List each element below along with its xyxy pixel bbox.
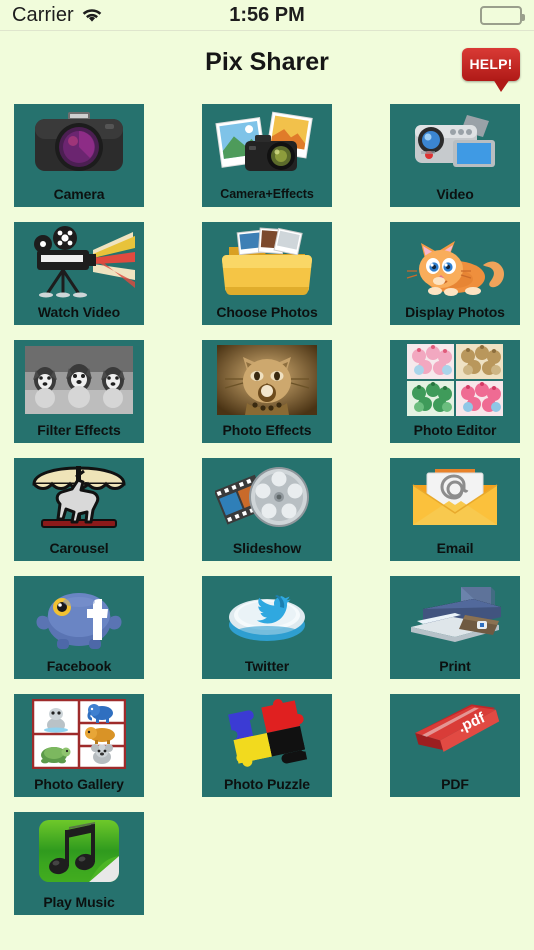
pdf-book-icon: .pdf (390, 694, 520, 774)
cat-icon (390, 222, 520, 302)
tile-label: Twitter (244, 658, 290, 674)
tile-label: Filter Effects (37, 422, 121, 438)
tile-label: Slideshow (232, 540, 302, 556)
carousel-horse-icon (14, 458, 144, 538)
tile-label: Camera (53, 186, 105, 202)
tile-label: Carousel (49, 540, 109, 556)
tile-photo-effects[interactable]: Photo Effects (202, 340, 332, 443)
tile-video[interactable]: Video (390, 104, 520, 207)
carrier-label: Carrier (12, 3, 74, 26)
tile-choose-photos[interactable]: Choose Photos (202, 222, 332, 325)
tile-filter-effects[interactable]: Filter Effects (14, 340, 144, 443)
app-screen: Carrier 1:56 PM Pix Sharer HELP! Camera … (0, 0, 534, 950)
tile-label: Photo Effects (222, 422, 312, 438)
camera-icon (14, 104, 144, 184)
tile-label: Print (439, 658, 471, 674)
wifi-icon (81, 7, 103, 23)
feature-grid: Camera Camera+Effects Video Watch Video … (14, 104, 522, 915)
tile-photo-gallery[interactable]: Photo Gallery (14, 694, 144, 797)
tile-label: PDF (441, 776, 469, 792)
tile-watch-video[interactable]: Watch Video (14, 222, 144, 325)
page-title: Pix Sharer (205, 48, 329, 76)
camcorder-icon (390, 104, 520, 184)
tile-label: Play Music (43, 894, 115, 910)
cupcakes-quad-icon (390, 340, 520, 420)
tile-label: Video (436, 186, 474, 202)
envelope-at-icon (390, 458, 520, 538)
photo-folder-icon (202, 222, 332, 302)
grayscale-dogs-icon (14, 340, 144, 420)
status-bar-left: Carrier (12, 4, 229, 27)
tile-photo-editor[interactable]: Photo Editor (390, 340, 520, 443)
camera-photos-icon (202, 104, 332, 184)
tile-email[interactable]: Email (390, 458, 520, 561)
tile-play-music[interactable]: Play Music (14, 812, 144, 915)
film-reel-icon (202, 458, 332, 538)
tile-label: Display Photos (405, 304, 505, 320)
tile-camera-effects[interactable]: Camera+Effects (202, 104, 332, 207)
status-bar-right (305, 5, 525, 25)
tile-label: Photo Gallery (34, 776, 124, 792)
speech-bubble-icon: HELP! (462, 47, 520, 92)
status-bar: Carrier 1:56 PM (0, 0, 534, 30)
tile-label: Facebook (46, 658, 112, 674)
film-projector-icon (14, 222, 144, 302)
tile-pdf[interactable]: .pdf PDF (390, 694, 520, 797)
tile-photo-puzzle[interactable]: Photo Puzzle (202, 694, 332, 797)
tile-twitter[interactable]: Twitter (202, 576, 332, 679)
tile-label: Photo Editor (413, 422, 497, 438)
music-note-icon (14, 812, 144, 892)
puzzle-pieces-icon (202, 694, 332, 774)
clock-label: 1:56 PM (229, 3, 305, 26)
printer-icon (390, 576, 520, 656)
help-button-label: HELP! (469, 56, 513, 72)
navigation-bar: Pix Sharer HELP! (0, 30, 534, 94)
tile-display-photos[interactable]: Display Photos (390, 222, 520, 325)
animal-grid-icon (14, 694, 144, 774)
tile-printer-icon-tile[interactable]: Print (390, 576, 520, 679)
status-bar-center: 1:56 PM (229, 4, 305, 27)
tile-label: Camera+Effects (220, 187, 314, 201)
tile-carousel[interactable]: Carousel (14, 458, 144, 561)
battery-full-icon (480, 5, 525, 25)
tile-label: Email (436, 540, 474, 556)
tile-label: Photo Puzzle (224, 776, 310, 792)
facebook-icon (14, 576, 144, 656)
help-button[interactable]: HELP! (462, 40, 520, 92)
tile-label: Choose Photos (216, 304, 318, 320)
tile-facebook[interactable]: Facebook (14, 576, 144, 679)
tile-slideshow[interactable]: Slideshow (202, 458, 332, 561)
twitter-bird-icon (202, 576, 332, 656)
sepia-cat-icon (202, 340, 332, 420)
speech-bubble-tail (493, 78, 510, 92)
tile-label: Watch Video (37, 304, 121, 320)
tile-camera[interactable]: Camera (14, 104, 144, 207)
